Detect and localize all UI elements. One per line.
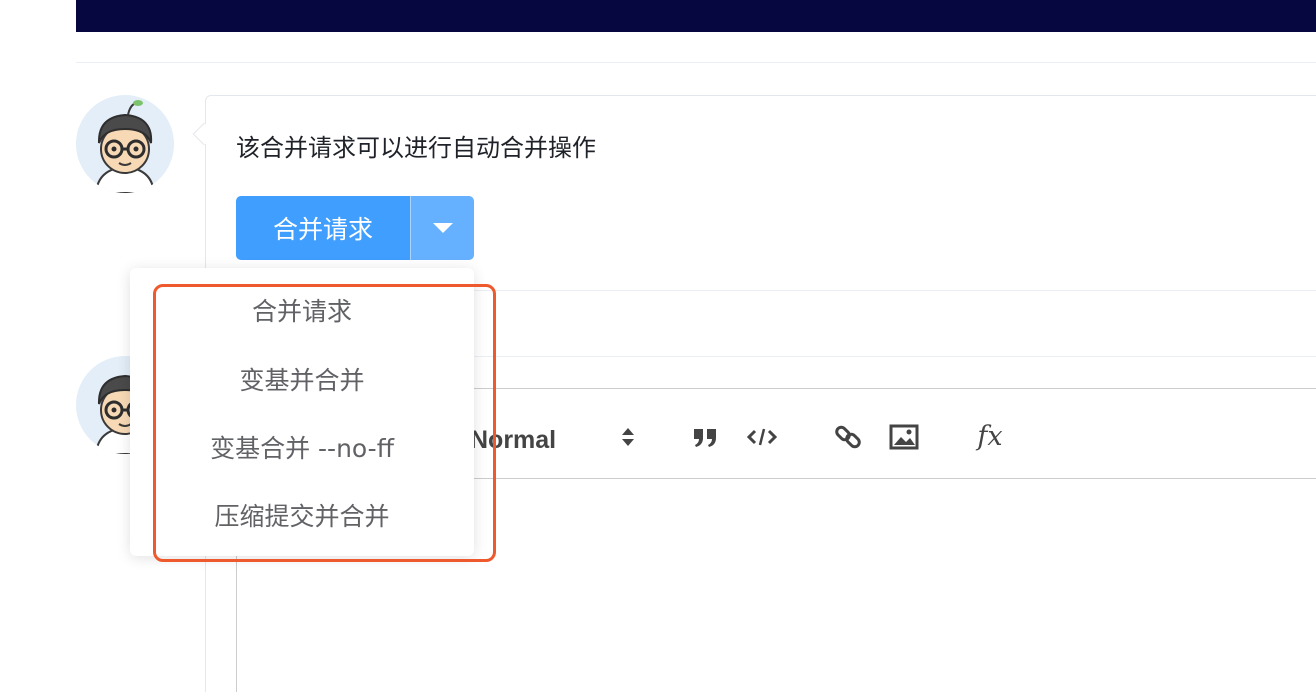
divider	[76, 62, 1316, 63]
merge-button-group: 合并请求	[236, 196, 474, 260]
blockquote-icon[interactable]	[690, 424, 722, 450]
caret-down-icon	[432, 223, 453, 233]
sort-icon[interactable]	[618, 424, 638, 450]
link-icon[interactable]	[832, 422, 864, 452]
formula-icon[interactable]: fx	[972, 420, 1008, 452]
merge-request-button[interactable]: 合并请求	[236, 196, 410, 260]
merge-status-message: 该合并请求可以进行自动合并操作	[236, 134, 596, 162]
annotation-highlight-box	[153, 284, 496, 562]
user-avatar	[76, 95, 174, 193]
top-nav-bar	[76, 0, 1316, 32]
image-icon[interactable]	[888, 422, 920, 452]
merge-options-dropdown-toggle[interactable]	[410, 196, 474, 260]
divider	[474, 290, 1316, 291]
code-icon[interactable]	[746, 424, 778, 450]
divider	[474, 356, 1316, 357]
